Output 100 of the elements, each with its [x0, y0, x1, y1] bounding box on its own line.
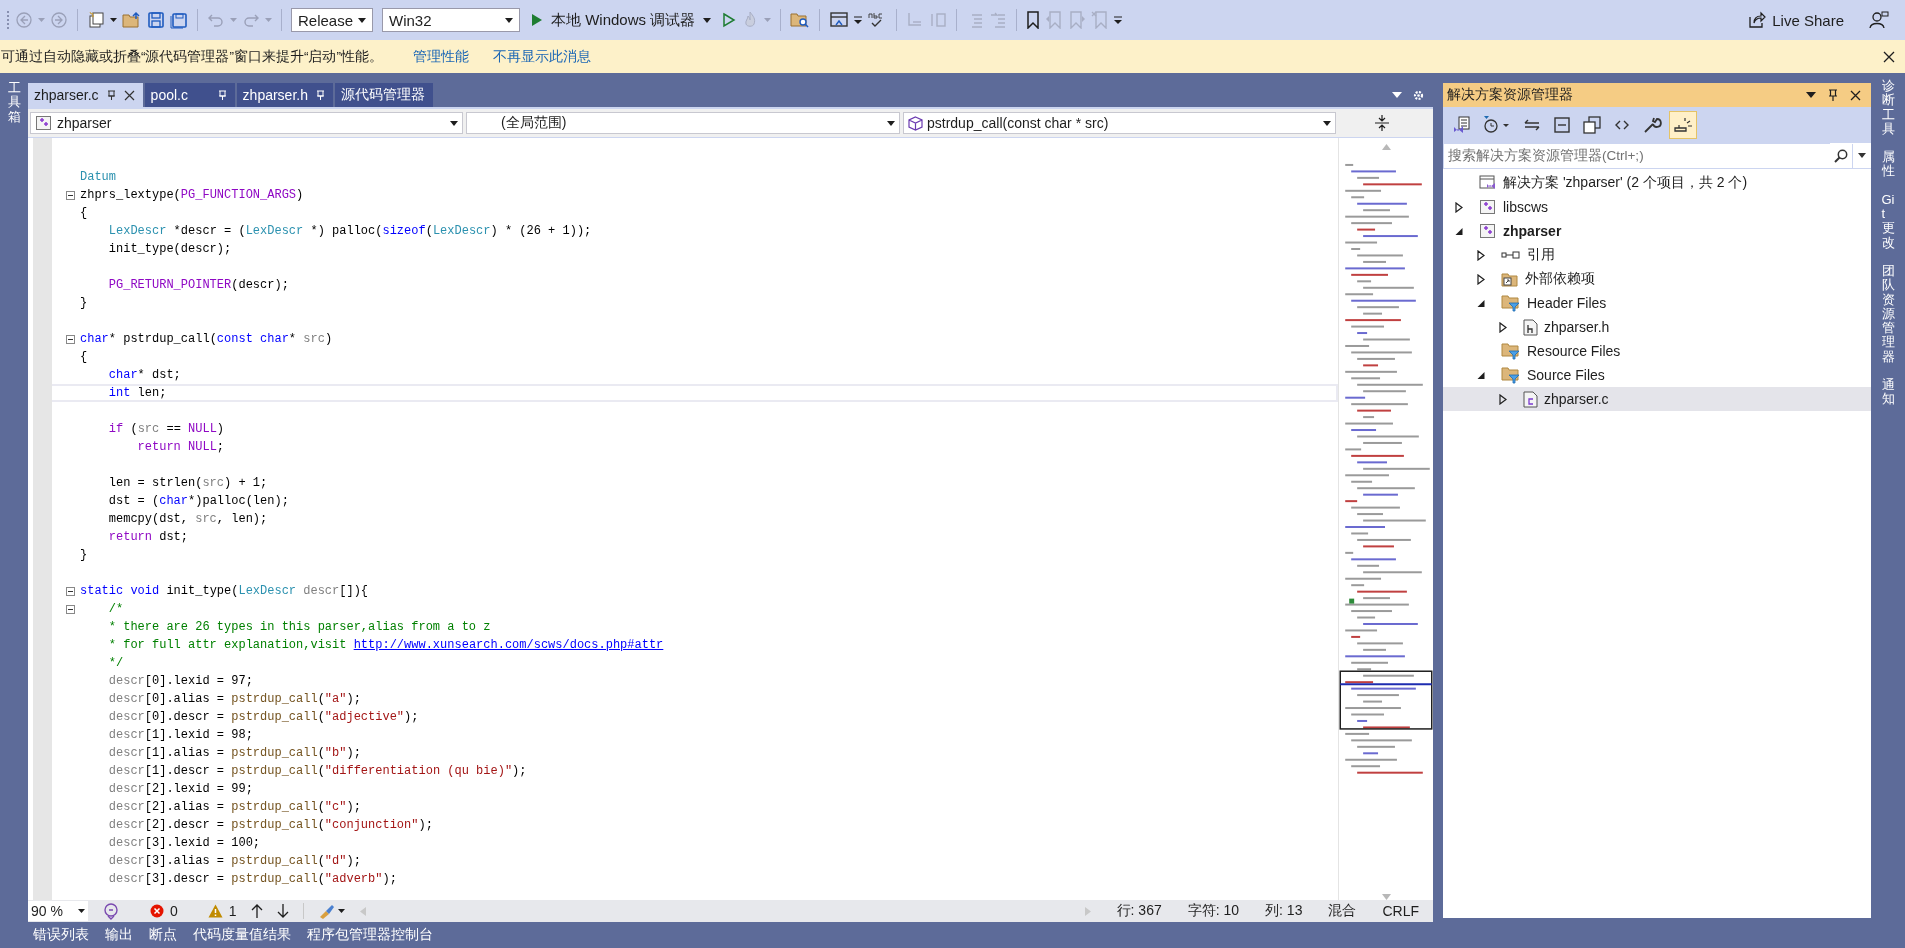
search-icon[interactable] — [1834, 148, 1848, 163]
tree-item[interactable]: zhparser.c — [1443, 387, 1871, 411]
split-window-icon[interactable] — [1375, 115, 1389, 131]
configuration-dropdown[interactable]: Release — [291, 8, 373, 32]
dropdown-caret-icon — [887, 120, 895, 126]
save-icon[interactable] — [147, 11, 165, 29]
pin-icon[interactable] — [1828, 88, 1838, 102]
tree-item[interactable]: 引用 — [1443, 243, 1871, 267]
scope-dropdown[interactable]: (全局范围) — [466, 112, 900, 134]
solution-icon — [1479, 175, 1497, 191]
side-panel-tab[interactable]: 通知 — [1881, 378, 1895, 407]
external-dependencies-icon — [1501, 271, 1519, 287]
code-line: descr[2].alias = pstrdup_call("c"); — [107, 799, 361, 815]
dropdown-caret-icon[interactable] — [110, 18, 117, 22]
tree-item[interactable]: Resource Files — [1443, 339, 1871, 363]
document-tab[interactable]: 源代码管理器 — [334, 83, 433, 107]
info-link[interactable]: 管理性能 — [413, 47, 469, 66]
dropdown-caret-icon — [358, 17, 366, 23]
settings-icon[interactable] — [1412, 88, 1425, 102]
close-icon[interactable] — [123, 89, 135, 101]
expand-arrow-icon[interactable] — [1453, 201, 1465, 213]
preview-icon — [1672, 115, 1694, 135]
code-line: PG_RETURN_POINTER(descr); — [107, 277, 289, 293]
expand-arrow-icon[interactable] — [1497, 393, 1509, 405]
run-without-debugging-icon[interactable] — [722, 12, 737, 28]
close-icon[interactable] — [1883, 50, 1895, 63]
up-arrow-icon[interactable] — [250, 904, 263, 918]
collapse-arrow-icon[interactable] — [1475, 370, 1487, 380]
line-ending-indicator[interactable]: CRLF — [1382, 903, 1419, 919]
start-debugging-button[interactable]: 本地 Windows 调试器 — [525, 8, 718, 32]
tool-window-tab[interactable]: 错误列表 — [33, 926, 89, 944]
document-tab[interactable]: zhparser.h — [236, 83, 333, 107]
feedback-person-icon[interactable] — [1869, 10, 1889, 30]
tree-item[interactable]: Source Files — [1443, 363, 1871, 387]
code-line: char* pstrdup_call(const char* src) — [80, 331, 333, 347]
overflow-caret-icon[interactable] — [854, 16, 863, 24]
down-arrow-icon[interactable] — [276, 904, 289, 918]
info-message: 可通过自动隐藏或折叠“源代码管理器”窗口来提升“启动”性能。 — [1, 47, 383, 66]
tree-item[interactable]: Header Files — [1443, 291, 1871, 315]
tool-window-tab[interactable]: 断点 — [149, 926, 177, 944]
code-line: len = strlen(src) + 1; — [107, 475, 268, 491]
code-line: descr[0].alias = pstrdup_call("a"); — [107, 691, 361, 707]
code-link[interactable]: http://www.xunsearch.com/scws/docs.php#attr — [353, 638, 664, 652]
open-folder-icon[interactable] — [122, 11, 142, 29]
live-share-button[interactable]: Live Share — [1742, 9, 1850, 31]
tool-window-tab[interactable]: 代码度量值结果 — [193, 926, 291, 944]
warning-count[interactable]: 1 — [207, 903, 237, 919]
code-line: { — [80, 205, 88, 221]
collapse-icon[interactable] — [66, 190, 75, 200]
folder-search-icon[interactable] — [790, 11, 811, 29]
code-line: descr[3].lexid = 100; — [107, 835, 261, 851]
bookmark-icon[interactable] — [1026, 11, 1041, 29]
character-number[interactable]: 字符: 10 — [1187, 902, 1240, 920]
dropdown-caret-icon[interactable] — [1806, 92, 1816, 98]
new-project-icon[interactable] — [87, 11, 105, 29]
zoom-dropdown[interactable]: 90 % — [28, 901, 88, 921]
window-layout-icon[interactable] — [829, 11, 850, 29]
dropdown-caret-icon — [78, 909, 85, 913]
side-panel-tab[interactable]: Git 更改 — [1881, 192, 1895, 250]
tree-item[interactable]: zhparser.h — [1443, 315, 1871, 339]
pin-icon[interactable] — [106, 89, 116, 101]
overflow-caret-icon[interactable] — [1114, 16, 1123, 24]
platform-dropdown[interactable]: Win32 — [382, 8, 520, 32]
column-number[interactable]: 列: 13 — [1265, 902, 1303, 920]
line-number[interactable]: 行: 367 — [1116, 902, 1162, 920]
collapse-icon — [1552, 115, 1572, 135]
tool-window-tab[interactable]: 程序包管理器控制台 — [307, 926, 433, 944]
code-line: */ — [107, 655, 124, 671]
expand-arrow-icon[interactable] — [1497, 321, 1509, 333]
close-icon[interactable] — [1850, 89, 1861, 101]
project-dropdown[interactable]: zhparser — [30, 112, 463, 134]
tree-item[interactable]: 解决方案 'zhparser' (2 个项目，共 2 个) — [1443, 171, 1871, 195]
toolbox-tab[interactable]: 工具箱 — [7, 81, 21, 124]
side-panel-tab[interactable]: 诊断工具 — [1881, 79, 1895, 137]
tool-window-tab[interactable]: 输出 — [105, 926, 133, 944]
search-field[interactable]: 搜索解决方案资源管理器(Ctrl+;) — [1443, 142, 1830, 169]
document-tab[interactable]: zhparser.c — [28, 83, 143, 107]
collapse-icon[interactable] — [66, 334, 75, 344]
collapse-arrow-icon[interactable] — [1475, 298, 1487, 308]
tab-list-dropdown-icon[interactable] — [1392, 92, 1402, 98]
save-all-icon[interactable] — [170, 11, 188, 29]
member-dropdown[interactable]: pstrdup_call(const char * src) — [903, 112, 1336, 134]
side-panel-tab[interactable]: 属性 — [1881, 150, 1895, 179]
info-link[interactable]: 不再显示此消息 — [493, 47, 591, 66]
code-line: init_type(descr); — [107, 241, 232, 257]
encoding-indicator[interactable]: 混合 — [1328, 902, 1357, 920]
side-panel-tab[interactable]: 团队资源管理器 — [1881, 263, 1895, 365]
expand-arrow-icon[interactable] — [1475, 249, 1487, 261]
tree-item[interactable]: 外部依赖项 — [1443, 267, 1871, 291]
expand-arrow-icon[interactable] — [1475, 273, 1487, 285]
code-line: dst = (char*)palloc(len); — [107, 493, 289, 509]
preview-tool-button[interactable] — [1669, 111, 1697, 139]
collapse-icon[interactable] — [66, 604, 75, 614]
document-tab[interactable]: pool.c — [144, 83, 235, 107]
tree-item[interactable]: zhparser — [1443, 219, 1871, 243]
code-line: descr[2].descr = pstrdup_call("conjunction"); — [107, 817, 433, 833]
error-count[interactable]: 0 — [150, 903, 178, 919]
tree-item[interactable]: libscws — [1443, 195, 1871, 219]
collapse-arrow-icon[interactable] — [1453, 226, 1465, 236]
collapse-icon[interactable] — [66, 586, 75, 596]
